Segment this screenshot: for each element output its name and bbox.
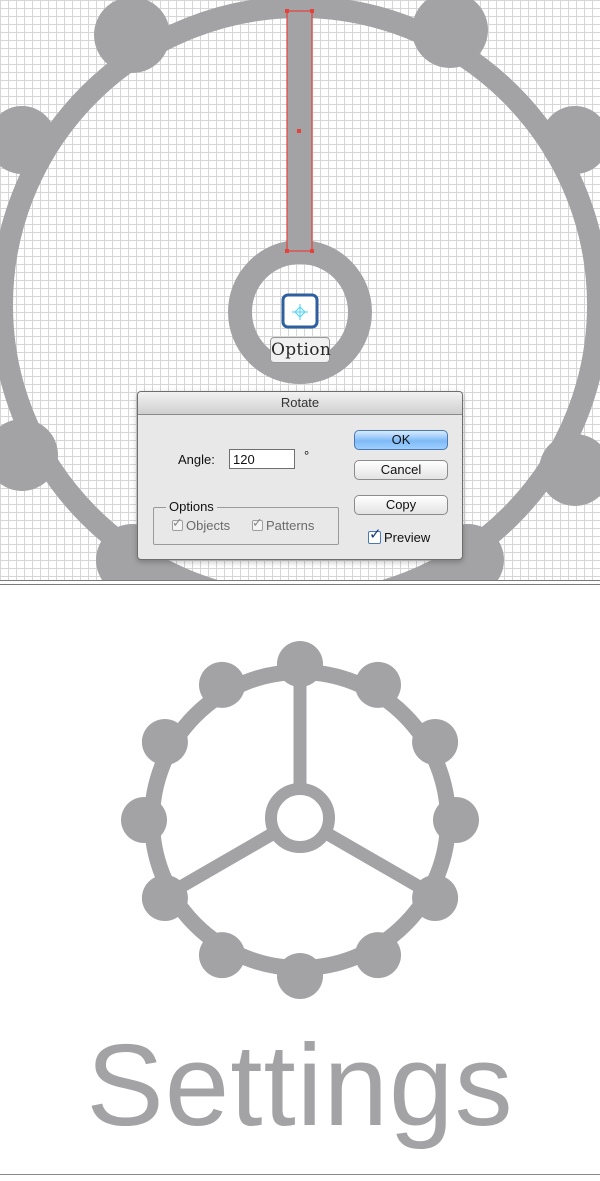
tutorial-page: Option Rotate Angle: ° Options ✓ Objects…	[0, 0, 600, 1181]
checkmark-icon: ✓	[172, 515, 183, 530]
options-legend: Options	[166, 499, 217, 514]
angle-label: Angle:	[178, 452, 215, 467]
degree-symbol: °	[304, 448, 310, 463]
options-group: Options ✓ Objects ✓ Patterns	[153, 499, 339, 545]
ok-button[interactable]: OK	[354, 430, 448, 450]
objects-label: Objects	[186, 518, 231, 533]
gear-hub	[265, 783, 335, 853]
dialog-title[interactable]: Rotate	[138, 392, 462, 415]
angle-input[interactable]	[229, 449, 295, 469]
patterns-label: Patterns	[266, 518, 315, 533]
option-key-tooltip: Option	[270, 337, 331, 363]
settings-gear-icon	[121, 641, 479, 999]
preview-option[interactable]: ✓ Preview	[368, 526, 431, 545]
objects-checkbox[interactable]: ✓	[172, 516, 183, 531]
preview-checkbox[interactable]: ✓	[368, 526, 382, 544]
copy-button[interactable]: Copy	[354, 495, 448, 515]
patterns-checkbox[interactable]: ✓	[252, 516, 263, 531]
patterns-option[interactable]: ✓ Patterns	[252, 516, 315, 533]
rotate-dialog: Rotate Angle: ° Options ✓ Objects ✓ Patt…	[137, 391, 463, 560]
objects-option[interactable]: ✓ Objects	[172, 516, 231, 533]
artboard-canvas[interactable]: Option Rotate Angle: ° Options ✓ Objects…	[0, 0, 600, 580]
checkmark-icon: ✓	[369, 526, 382, 543]
cancel-button[interactable]: Cancel	[354, 460, 448, 480]
preview-label: Preview	[384, 530, 431, 545]
final-result-panel: Settings	[0, 585, 600, 1175]
bottom-border	[0, 1174, 600, 1175]
settings-title: Settings	[86, 1020, 514, 1150]
checkmark-icon: ✓	[252, 515, 263, 530]
